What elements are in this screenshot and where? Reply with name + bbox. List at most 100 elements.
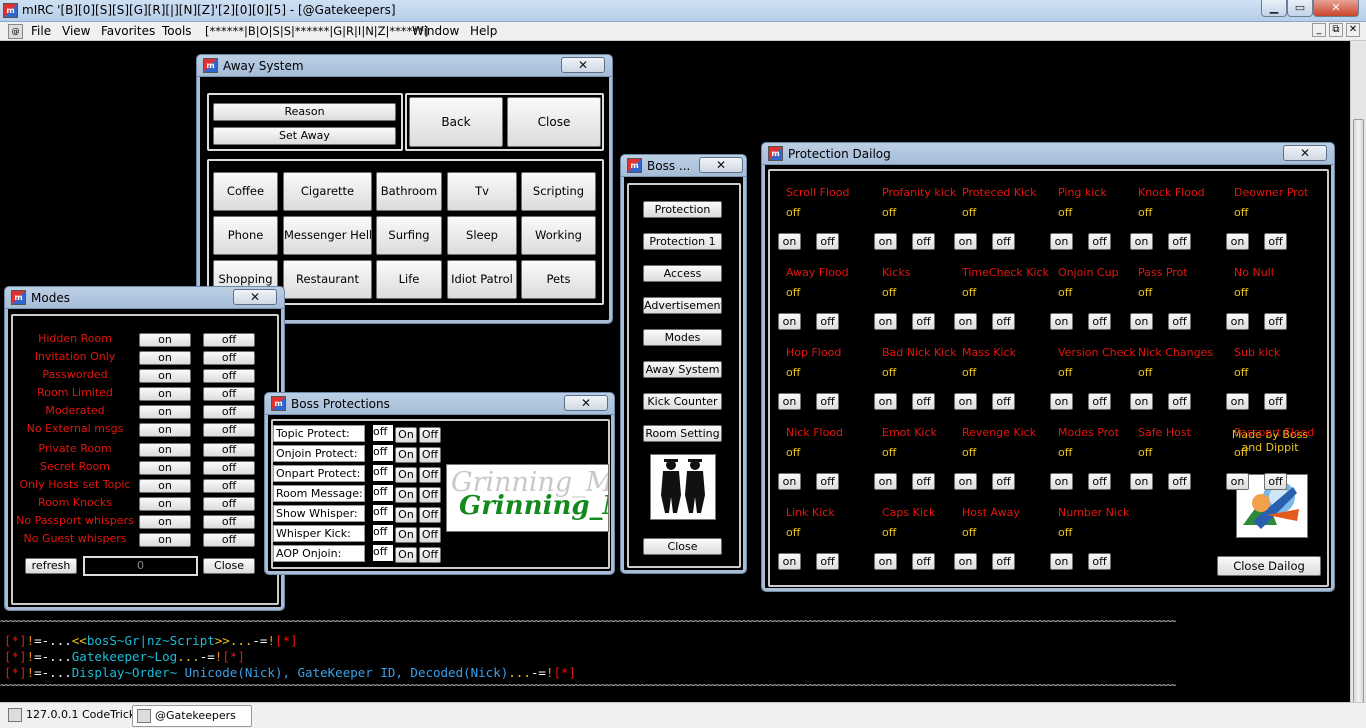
prot-revenge-kick-off-button[interactable]: off: [992, 473, 1015, 490]
mode-private-room-off-button[interactable]: off: [203, 443, 255, 457]
prot-deowner-prot-on-button[interactable]: on: [1226, 233, 1249, 250]
modes-close-button[interactable]: Close: [203, 558, 255, 574]
mode-private-room-on-button[interactable]: on: [139, 443, 191, 457]
prot-knock-flood-off-button[interactable]: off: [1168, 233, 1191, 250]
prot-version-check-off-button[interactable]: off: [1088, 393, 1111, 410]
modes-close-x-button[interactable]: ✕: [233, 289, 277, 305]
prot-mass-kick-off-button[interactable]: off: [992, 393, 1015, 410]
prot-onjoin-cup-off-button[interactable]: off: [1088, 313, 1111, 330]
prot-deowner-prot-off-button[interactable]: off: [1264, 233, 1287, 250]
mode-passworded-off-button[interactable]: off: [203, 369, 255, 383]
inner-restore-button[interactable]: ⧉: [1329, 23, 1343, 37]
reason-restaurant-button[interactable]: Restaurant: [283, 260, 372, 299]
bp-onjoin-protect-on-button[interactable]: On: [395, 447, 417, 463]
mode-room-limited-on-button[interactable]: on: [139, 387, 191, 401]
prot-emot-kick-on-button[interactable]: on: [874, 473, 897, 490]
reason-tv-button[interactable]: Tv: [447, 172, 517, 211]
close-button[interactable]: ✕: [1313, 0, 1359, 17]
boss-protections-close-x-button[interactable]: ✕: [564, 395, 608, 411]
prot-pass-prot-off-button[interactable]: off: [1168, 313, 1191, 330]
minimize-button[interactable]: ▁: [1261, 0, 1287, 17]
tab-gatekeepers[interactable]: @Gatekeepers: [132, 705, 252, 727]
tab-codetrick[interactable]: 127.0.0.1 CodeTrick: [4, 705, 135, 727]
reason-button[interactable]: Reason: [213, 103, 396, 121]
prot-number-nick-on-button[interactable]: on: [1050, 553, 1073, 570]
mode-hidden-room-off-button[interactable]: off: [203, 333, 255, 347]
mode-room-knocks-off-button[interactable]: off: [203, 497, 255, 511]
protection-close-x-button[interactable]: ✕: [1283, 145, 1327, 161]
prot-nick-flood-on-button[interactable]: on: [778, 473, 801, 490]
reason-phone-button[interactable]: Phone: [213, 216, 278, 255]
mode-room-knocks-on-button[interactable]: on: [139, 497, 191, 511]
mode-room-limited-off-button[interactable]: off: [203, 387, 255, 401]
prot-host-away-on-button[interactable]: on: [954, 553, 977, 570]
boss-access-button[interactable]: Access: [643, 265, 722, 282]
prot-bad-nick-kick-off-button[interactable]: off: [912, 393, 935, 410]
reason-surfing-button[interactable]: Surfing: [376, 216, 442, 255]
menu-favorites[interactable]: Favorites: [101, 24, 155, 38]
prot-pass-prot-on-button[interactable]: on: [1130, 313, 1153, 330]
close-dailog-button[interactable]: Close Dailog: [1217, 556, 1321, 576]
prot-link-kick-off-button[interactable]: off: [816, 553, 839, 570]
reason-coffee-button[interactable]: Coffee: [213, 172, 278, 211]
scrollbar-thumb[interactable]: [1353, 119, 1364, 719]
mode-moderated-off-button[interactable]: off: [203, 405, 255, 419]
prot-passport-flood-off-button[interactable]: off: [1264, 473, 1287, 490]
prot-away-flood-off-button[interactable]: off: [816, 313, 839, 330]
bp-show-whisper-off-button[interactable]: Off: [419, 507, 441, 523]
prot-profanity-kick-off-button[interactable]: off: [912, 233, 935, 250]
mode-no-guest-whispers-on-button[interactable]: on: [139, 533, 191, 547]
prot-bad-nick-kick-on-button[interactable]: on: [874, 393, 897, 410]
bp-show-whisper-on-button[interactable]: On: [395, 507, 417, 523]
bp-aop-onjoin-on-button[interactable]: On: [395, 547, 417, 563]
bp-whisper-kick-off-button[interactable]: Off: [419, 527, 441, 543]
mode-secret-room-off-button[interactable]: off: [203, 461, 255, 475]
prot-modes-prot-off-button[interactable]: off: [1088, 473, 1111, 490]
bp-whisper-kick-on-button[interactable]: On: [395, 527, 417, 543]
mode-no-external-msgs-off-button[interactable]: off: [203, 423, 255, 437]
reason-bathroom-button[interactable]: Bathroom: [376, 172, 442, 211]
prot-host-away-off-button[interactable]: off: [992, 553, 1015, 570]
prot-kicks-on-button[interactable]: on: [874, 313, 897, 330]
prot-emot-kick-off-button[interactable]: off: [912, 473, 935, 490]
user-count-field[interactable]: 0: [83, 556, 198, 576]
away-close-x-button[interactable]: ✕: [561, 57, 605, 73]
maximize-button[interactable]: ▭: [1287, 0, 1313, 17]
bp-onpart-protect-on-button[interactable]: On: [395, 467, 417, 483]
boss-advertisement-button[interactable]: Advertisement: [643, 297, 722, 314]
inner-close-button[interactable]: ✕: [1346, 23, 1360, 37]
mode-passworded-on-button[interactable]: on: [139, 369, 191, 383]
mode-only-hosts-set-topic-on-button[interactable]: on: [139, 479, 191, 493]
reason-messenger-hell-button[interactable]: Messenger Hell: [283, 216, 372, 255]
prot-passport-flood-on-button[interactable]: on: [1226, 473, 1249, 490]
prot-sub-kick-on-button[interactable]: on: [1226, 393, 1249, 410]
prot-caps-kick-off-button[interactable]: off: [912, 553, 935, 570]
mode-only-hosts-set-topic-off-button[interactable]: off: [203, 479, 255, 493]
bp-topic-protect-off-button[interactable]: Off: [419, 427, 441, 443]
menu-window[interactable]: Window: [412, 24, 459, 38]
reason-working-button[interactable]: Working: [521, 216, 596, 255]
mode-no-passport-whispers-on-button[interactable]: on: [139, 515, 191, 529]
prot-profanity-kick-on-button[interactable]: on: [874, 233, 897, 250]
bp-onjoin-protect-off-button[interactable]: Off: [419, 447, 441, 463]
bp-aop-onjoin-off-button[interactable]: Off: [419, 547, 441, 563]
prot-timecheck-kick-off-button[interactable]: off: [992, 313, 1015, 330]
vertical-scrollbar[interactable]: [1350, 41, 1366, 719]
mode-hidden-room-on-button[interactable]: on: [139, 333, 191, 347]
boss-protection-button[interactable]: Protection: [643, 201, 722, 218]
bp-onpart-protect-off-button[interactable]: Off: [419, 467, 441, 483]
mode-no-guest-whispers-off-button[interactable]: off: [203, 533, 255, 547]
prot-version-check-on-button[interactable]: on: [1050, 393, 1073, 410]
reason-pets-button[interactable]: Pets: [521, 260, 596, 299]
refresh-button[interactable]: refresh: [25, 558, 77, 574]
prot-revenge-kick-on-button[interactable]: on: [954, 473, 977, 490]
prot-mass-kick-on-button[interactable]: on: [954, 393, 977, 410]
boss-close-x-button[interactable]: ✕: [699, 157, 743, 173]
menu-help[interactable]: Help: [470, 24, 497, 38]
reason-scripting-button[interactable]: Scripting: [521, 172, 596, 211]
prot-scroll-flood-on-button[interactable]: on: [778, 233, 801, 250]
prot-knock-flood-on-button[interactable]: on: [1130, 233, 1153, 250]
boss-kick-counter-button[interactable]: Kick Counter: [643, 393, 722, 410]
reason-sleep-button[interactable]: Sleep: [447, 216, 517, 255]
boss-modes-button[interactable]: Modes: [643, 329, 722, 346]
